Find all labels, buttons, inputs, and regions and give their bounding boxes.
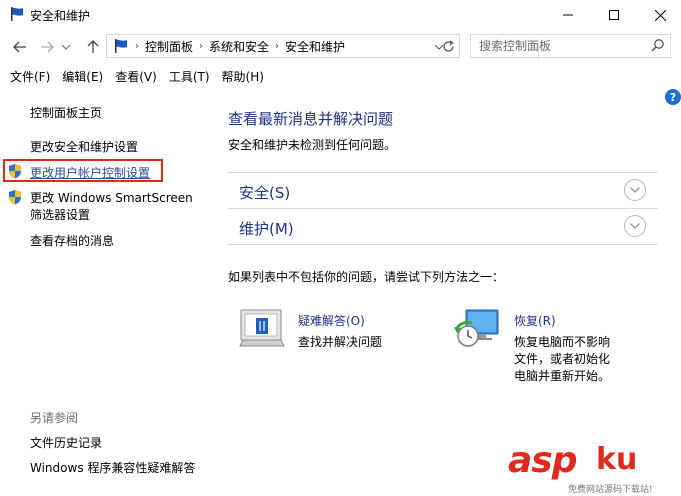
sidebar: 控制面板主页 更改安全和维护设置 更改用户帐户控制设置 更改 Windows S… (0, 92, 210, 496)
search-input[interactable] (471, 35, 646, 57)
forward-arrow-icon (41, 41, 54, 53)
smartscreen-shield-icon (9, 190, 21, 205)
sidebar-link-smartscreen-line2[interactable]: 筛选器设置 (30, 206, 90, 223)
menu-file[interactable]: 文件(F) (4, 68, 56, 85)
control-panel-flag-icon (115, 39, 127, 53)
section-security-label: 安全(S) (239, 184, 291, 202)
menu-bar: 文件(F) 编辑(E) 查看(V) 工具(T) 帮助(H) (0, 64, 681, 88)
breadcrumb-security-maintenance[interactable]: 安全和维护 (285, 38, 345, 55)
recovery-description-line3: 电脑并重新开始。 (514, 369, 611, 383)
search-icon[interactable] (649, 38, 667, 54)
search-box[interactable] (470, 34, 671, 58)
breadcrumb-separator-icon[interactable]: › (199, 41, 203, 52)
recovery-link[interactable]: 恢复(R) (514, 312, 556, 329)
recovery-description-line2: 文件，或者初始化 (514, 352, 611, 366)
menu-view[interactable]: 查看(V) (109, 68, 163, 85)
expand-maintenance-button[interactable] (624, 215, 646, 237)
breadcrumb-control-panel[interactable]: 控制面板 (145, 38, 193, 55)
title-bar: 安全和维护 (0, 0, 681, 30)
menu-edit[interactable]: 编辑(E) (56, 68, 109, 85)
see-also-heading: 另请参阅 (30, 411, 79, 425)
sidebar-link-change-security-settings[interactable]: 更改安全和维护设置 (30, 138, 138, 155)
troubleshooting-description: 查找并解决问题 (298, 335, 383, 349)
refresh-icon (442, 39, 454, 52)
chevron-down-icon (630, 223, 640, 229)
sidebar-link-smartscreen-line1[interactable]: 更改 Windows SmartScreen (30, 189, 193, 206)
troubleshooting-link[interactable]: 疑难解答(O) (298, 312, 365, 329)
back-button[interactable] (11, 38, 29, 56)
close-icon (654, 9, 666, 21)
recent-locations-button[interactable] (60, 38, 72, 56)
up-arrow-icon (87, 40, 99, 53)
minimize-button[interactable] (545, 0, 591, 30)
watermark-brand: asp (508, 440, 577, 481)
maximize-icon (609, 10, 619, 20)
section-maintenance[interactable]: 维护(M) (228, 209, 658, 245)
main-content: 查看最新消息并解决问题 安全和维护未检测到任何问题。 安全(S) 维护(M) 如… (210, 92, 681, 496)
sidebar-link-archived-messages[interactable]: 查看存档的消息 (30, 232, 114, 249)
expand-security-button[interactable] (624, 179, 646, 201)
troubleshooting-icon (239, 309, 285, 347)
uac-shield-icon (9, 164, 21, 179)
menu-tools[interactable]: 工具(T) (163, 68, 216, 85)
refresh-button[interactable] (438, 36, 458, 56)
sidebar-link-control-panel-home[interactable]: 控制面板主页 (30, 104, 102, 121)
sidebar-link-file-history[interactable]: 文件历史记录 (30, 434, 102, 451)
forward-button[interactable] (38, 38, 56, 56)
other-options-text: 如果列表中不包括你的问题，请尝试下列方法之一： (228, 270, 505, 284)
window-title: 安全和维护 (30, 9, 91, 23)
navigation-bar: › 控制面板 › 系统和安全 › 安全和维护 (0, 30, 681, 62)
status-description: 安全和维护未检测到任何问题。 (228, 138, 397, 152)
section-maintenance-label: 维护(M) (239, 220, 294, 238)
recovery-description-line1: 恢复电脑而不影响 (514, 335, 611, 349)
sidebar-link-compatibility-troubleshooter[interactable]: Windows 程序兼容性疑难解答 (30, 459, 195, 476)
chevron-down-icon (630, 187, 640, 193)
watermark-brand-cn: ku (596, 442, 638, 477)
breadcrumb-separator-icon[interactable]: › (275, 41, 279, 52)
section-security[interactable]: 安全(S) (228, 173, 658, 209)
sidebar-link-change-uac-settings[interactable]: 更改用户帐户控制设置 (30, 164, 150, 181)
breadcrumb-system-security[interactable]: 系统和安全 (209, 38, 269, 55)
close-button[interactable] (637, 0, 681, 30)
site-watermark: asp ku 免费网站源码下载站! (508, 438, 681, 496)
up-button[interactable] (84, 38, 102, 56)
menu-help[interactable]: 帮助(H) (216, 68, 270, 85)
address-field[interactable]: › 控制面板 › 系统和安全 › 安全和维护 (106, 34, 539, 59)
maximize-button[interactable] (591, 0, 637, 30)
recovery-icon (454, 309, 499, 347)
page-title: 查看最新消息并解决问题 (228, 110, 394, 128)
breadcrumb-separator-icon: › (135, 40, 139, 52)
back-arrow-icon (13, 41, 26, 53)
minimize-icon (563, 14, 573, 16)
chevron-down-icon (62, 44, 70, 50)
watermark-subtitle: 免费网站源码下载站! (568, 485, 653, 495)
security-flag-icon (11, 7, 23, 21)
